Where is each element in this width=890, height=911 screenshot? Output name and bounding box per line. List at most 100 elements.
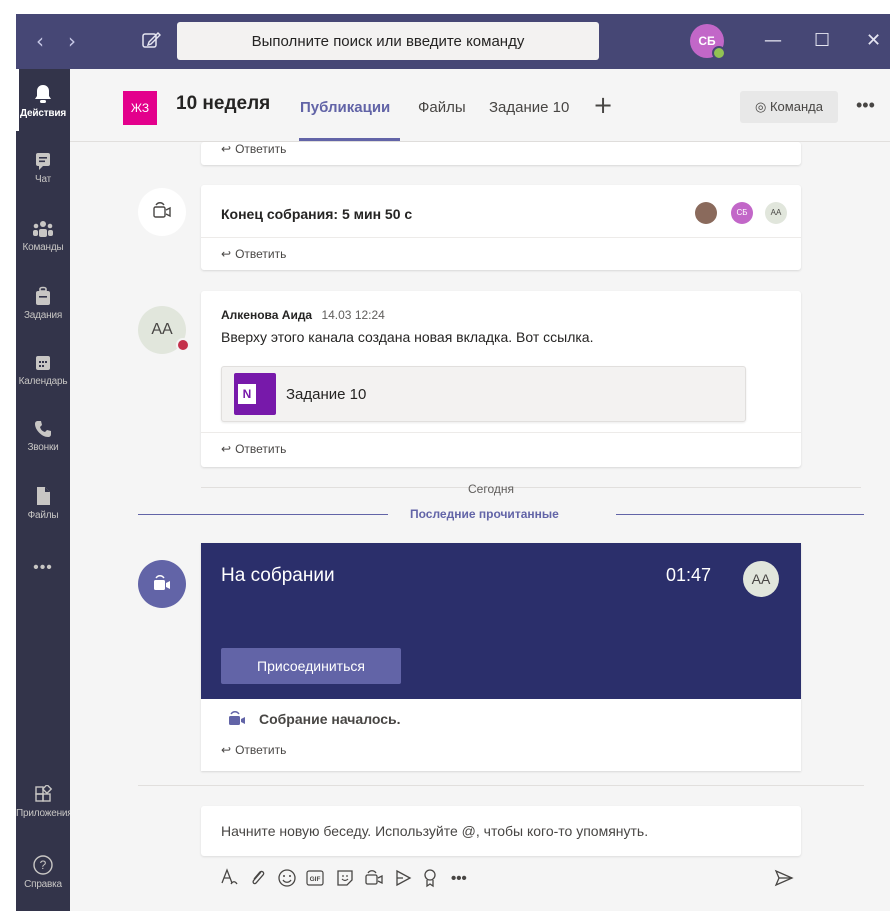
- send-icon[interactable]: [773, 867, 795, 896]
- teams-window: ‹ › Выполните поиск или введите команду …: [0, 0, 890, 911]
- add-tab-icon[interactable]: +: [593, 91, 613, 119]
- rail-label: Календарь: [18, 376, 68, 387]
- search-placeholder: Выполните поиск или введите команду: [251, 33, 525, 50]
- date-divider: [201, 487, 861, 488]
- rail-item-help[interactable]: ? Справка: [16, 854, 70, 890]
- svg-text:?: ?: [40, 858, 47, 872]
- channel-view: ЖЗ 10 неделя Публикации Файлы Задание 10…: [70, 69, 890, 911]
- rail-item-calendar[interactable]: Календарь: [16, 353, 70, 387]
- participant-avatar[interactable]: СБ: [731, 202, 753, 224]
- reply-label: Ответить: [235, 142, 287, 156]
- sticker-icon[interactable]: [335, 867, 355, 896]
- rail-item-files[interactable]: Файлы: [16, 485, 70, 521]
- phone-icon: [35, 421, 51, 437]
- meeting-ended-card: Конец собрания: 5 мин 50 с СБ АА ↩ Ответи…: [201, 185, 801, 270]
- meeting-status-text: Собрание началось.: [259, 711, 401, 727]
- maximize-icon[interactable]: ☐: [814, 27, 830, 55]
- rail-item-assignments[interactable]: Задания: [16, 285, 70, 321]
- message-text: Вверху этого канала создана новая вкладк…: [221, 329, 594, 345]
- chat-icon: [36, 153, 50, 170]
- bell-icon: [35, 85, 51, 103]
- teams-icon: [33, 221, 53, 237]
- reply-button[interactable]: ↩ Ответить: [201, 133, 801, 165]
- minimize-icon[interactable]: —: [764, 27, 782, 55]
- presence-available-icon: [712, 46, 726, 60]
- praise-icon[interactable]: [421, 867, 439, 896]
- meeting-title: На собрании: [221, 565, 335, 586]
- reply-label: Ответить: [235, 247, 287, 261]
- rail-item-activity[interactable]: Действия: [16, 83, 70, 119]
- participant-avatar[interactable]: АА: [743, 561, 779, 597]
- rail-item-apps[interactable]: Приложения: [16, 785, 73, 819]
- team-button[interactable]: ◎ Команда: [740, 91, 838, 123]
- close-icon[interactable]: ✕: [866, 27, 881, 55]
- message-author[interactable]: Алкенова Аида: [221, 308, 312, 322]
- reply-label: Ответить: [235, 743, 287, 757]
- more-apps-button[interactable]: •••: [16, 559, 70, 577]
- search-input[interactable]: Выполните поиск или введите команду: [177, 22, 599, 60]
- rail-label: Приложения: [16, 808, 73, 819]
- tab-files[interactable]: Файлы: [418, 99, 466, 116]
- join-meeting-button[interactable]: Присоединиться: [221, 648, 401, 684]
- meeting-banner: На собрании 01:47 АА Присоединиться: [201, 543, 801, 699]
- message-time: 14.03 12:24: [321, 308, 385, 322]
- rail-label: Файлы: [27, 510, 59, 521]
- forward-arrow-icon[interactable]: ›: [68, 27, 76, 55]
- rail-label: Действия: [20, 108, 66, 119]
- more-options-icon[interactable]: •••: [451, 867, 467, 891]
- gif-icon[interactable]: GIF: [305, 867, 325, 896]
- rail-label: Задания: [23, 310, 63, 321]
- meeting-status: Собрание началось.: [221, 711, 401, 727]
- attachment-name: Задание 10: [286, 386, 367, 403]
- title-bar: ‹ › Выполните поиск или введите команду …: [16, 14, 890, 69]
- message-card-previous: ↩ Ответить: [201, 142, 801, 165]
- reply-button[interactable]: ↩ Ответить: [201, 237, 801, 269]
- reply-arrow-icon: ↩: [221, 442, 232, 456]
- team-avatar[interactable]: ЖЗ: [123, 91, 157, 125]
- tab-assignment-10[interactable]: Задание 10: [489, 99, 569, 116]
- reply-label: Ответить: [235, 442, 287, 456]
- format-icon[interactable]: [219, 867, 239, 896]
- rail-item-calls[interactable]: Звонки: [16, 419, 70, 453]
- rail-item-chat[interactable]: Чат: [16, 151, 70, 185]
- meeting-camera-icon: [229, 711, 245, 725]
- meeting-live-icon: [138, 560, 186, 608]
- compose-icon[interactable]: [138, 27, 164, 55]
- meet-now-icon[interactable]: [363, 867, 385, 896]
- reply-button[interactable]: ↩ Ответить: [201, 739, 801, 771]
- meeting-duration: 01:47: [666, 565, 712, 585]
- last-read-line-right: [616, 514, 864, 515]
- emoji-icon[interactable]: [277, 867, 297, 896]
- more-options-icon[interactable]: •••: [856, 91, 875, 119]
- assignments-icon: [36, 286, 50, 305]
- svg-text:GIF: GIF: [310, 876, 321, 883]
- participant-avatar[interactable]: АА: [765, 202, 787, 224]
- message-card: Алкенова Аида 14.03 12:24 Вверху этого к…: [201, 291, 801, 467]
- onenote-tab-link[interactable]: N Задание 10: [221, 366, 746, 422]
- tab-posts[interactable]: Публикации: [300, 99, 390, 116]
- reply-button[interactable]: ↩ Ответить: [201, 432, 801, 464]
- reply-arrow-icon: ↩: [221, 247, 232, 261]
- calendar-icon: [36, 356, 50, 370]
- meeting-ended-icon: [138, 188, 186, 236]
- rail-label: Команды: [22, 242, 64, 253]
- participant-photo-avatar[interactable]: [695, 202, 717, 224]
- date-separator: Сегодня: [468, 482, 514, 496]
- help-icon: ?: [33, 855, 53, 875]
- rail-label: Чат: [35, 174, 51, 185]
- compose-box[interactable]: Начните новую беседу. Используйте @, что…: [201, 806, 801, 856]
- meeting-end-text: Конец собрания: 5 мин 50 с: [221, 206, 413, 222]
- rail-label: Звонки: [27, 442, 59, 453]
- compose-placeholder: Начните новую беседу. Используйте @, что…: [221, 823, 649, 839]
- reply-arrow-icon: ↩: [221, 743, 232, 757]
- compose-divider: [138, 785, 864, 786]
- back-arrow-icon[interactable]: ‹: [36, 27, 44, 55]
- attach-icon[interactable]: [249, 867, 267, 896]
- rail-item-teams[interactable]: Команды: [16, 219, 70, 253]
- last-read-marker: Последние прочитанные: [410, 507, 559, 521]
- app-bar: Действия Чат Команды Задания Календарь З…: [16, 69, 73, 911]
- reply-arrow-icon: ↩: [221, 142, 232, 156]
- channel-header: ЖЗ 10 неделя Публикации Файлы Задание 10…: [70, 69, 890, 142]
- stream-icon[interactable]: [393, 867, 413, 896]
- presence-busy-icon: [176, 338, 190, 352]
